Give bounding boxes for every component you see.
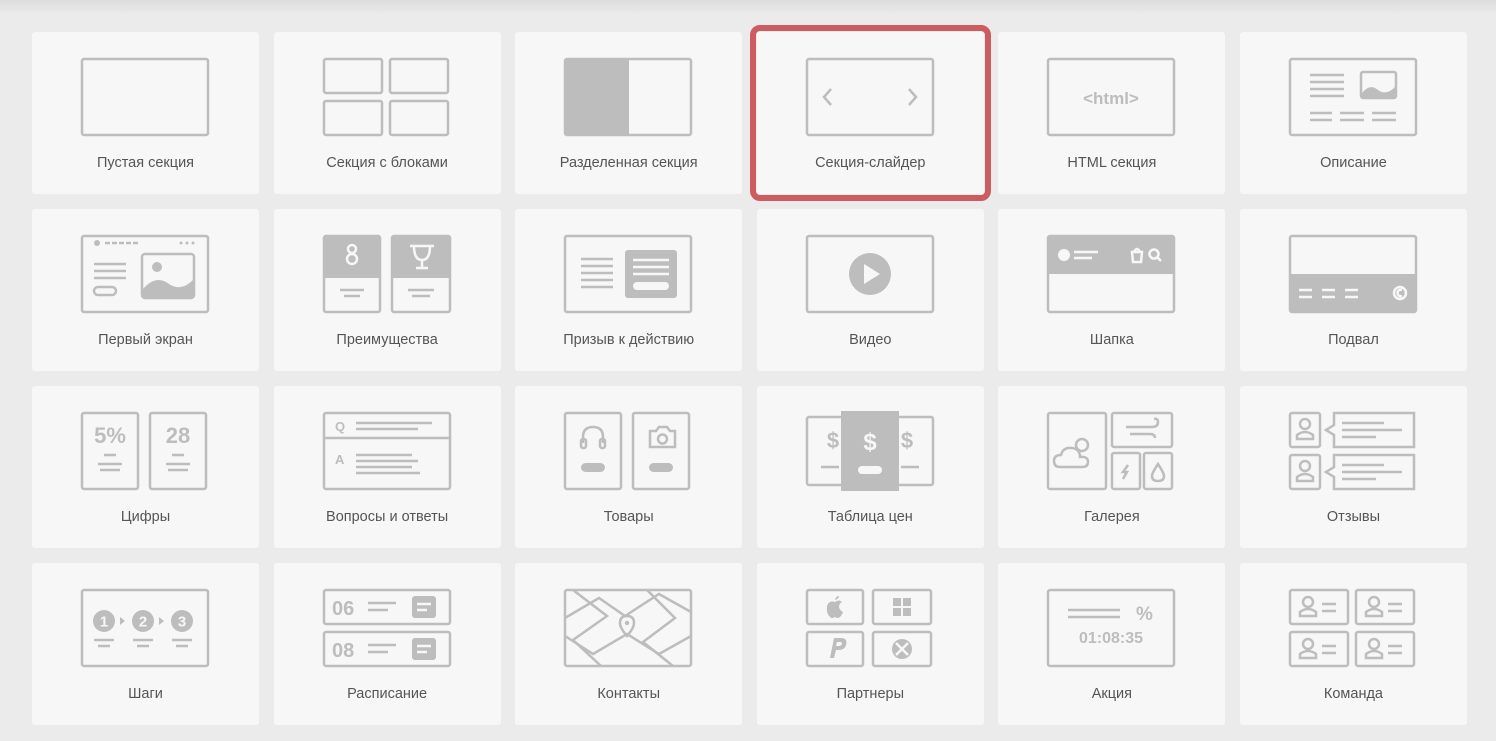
section-label: Шаги (128, 686, 163, 702)
section-card-team[interactable]: Команда (1239, 563, 1467, 725)
section-label: Акция (1091, 686, 1133, 702)
section-card-faq[interactable]: Q A Вопросы и ответы (273, 386, 501, 548)
section-type-grid: Пустая секция Секция с блоками Разделенн… (32, 25, 1467, 725)
section-card-numbers[interactable]: 5% 28 Цифры (32, 386, 259, 548)
header-icon (1047, 234, 1176, 314)
empty-section-icon (80, 57, 210, 137)
section-card-video[interactable]: Видео (756, 209, 984, 371)
html-tag-text: <html> (1084, 89, 1140, 108)
section-label: Таблица цен (827, 509, 913, 525)
schedule-time-08: 08 (332, 640, 354, 662)
section-card-header[interactable]: Шапка (998, 209, 1226, 371)
section-card-blocks[interactable]: Секция с блоками (273, 32, 501, 194)
reviews-icon (1288, 411, 1416, 491)
step-number-3: 3 (178, 614, 186, 631)
section-label: Галерея (1084, 509, 1140, 525)
section-card-products[interactable]: Товары (515, 386, 743, 548)
section-card-steps[interactable]: 1 2 3 Шаги (32, 563, 259, 725)
price-symbol-right: $ (901, 428, 913, 453)
first-screen-icon (80, 234, 210, 314)
products-icon (563, 411, 691, 491)
section-label: Первый экран (98, 332, 193, 348)
section-card-advantages[interactable]: Преимущества (273, 209, 501, 371)
video-icon (805, 234, 935, 314)
section-card-html[interactable]: <html> HTML секция (998, 32, 1226, 194)
number-5-percent: 5% (94, 423, 126, 448)
numbers-icon: 5% 28 (80, 411, 208, 491)
section-label: Описание (1320, 155, 1387, 171)
promo-countdown-timer: 01:08:35 (1079, 630, 1143, 647)
section-card-slider[interactable]: Секция-слайдер (749, 25, 991, 201)
section-label: Секция с блоками (326, 155, 448, 171)
split-section-icon (563, 57, 693, 137)
html-section-icon: <html> (1047, 57, 1176, 137)
promo-icon: % 01:08:35 (1047, 588, 1176, 668)
step-number-2: 2 (139, 614, 147, 631)
top-shadow (0, 0, 1496, 14)
call-to-action-icon (563, 234, 693, 314)
step-number-1: 1 (100, 614, 108, 631)
price-table-icon: $ $ $ (805, 411, 935, 491)
price-symbol-left: $ (827, 428, 839, 453)
number-28: 28 (166, 423, 190, 448)
section-card-promo[interactable]: % 01:08:35 Акция (998, 563, 1226, 725)
section-card-cta[interactable]: Призыв к действию (515, 209, 743, 371)
advantages-icon (322, 234, 451, 314)
section-label: Вопросы и ответы (326, 509, 449, 525)
contacts-map-icon (563, 588, 693, 668)
price-symbol-center: $ (863, 429, 877, 456)
section-label: Партнеры (836, 686, 904, 702)
schedule-icon: 06 08 (322, 588, 451, 668)
faq-icon: Q A (322, 411, 451, 491)
section-card-reviews[interactable]: Отзывы (1239, 386, 1467, 548)
section-label: Отзывы (1326, 509, 1381, 525)
section-label: Цифры (120, 509, 171, 525)
gallery-icon (1047, 411, 1174, 491)
section-label: HTML секция (1067, 155, 1157, 171)
section-card-gallery[interactable]: Галерея (998, 386, 1226, 548)
partners-icon (805, 588, 933, 668)
section-label: Расписание (347, 686, 428, 702)
section-label: Призыв к действию (563, 332, 695, 348)
section-card-partners[interactable]: Партнеры (756, 563, 984, 725)
section-card-description[interactable]: Описание (1239, 32, 1467, 194)
section-label: Секция-слайдер (815, 155, 926, 171)
promo-percent-sign: % (1136, 604, 1153, 625)
team-icon (1288, 588, 1416, 668)
section-card-schedule[interactable]: 06 08 Расписание (273, 563, 501, 725)
question-letter: Q (335, 419, 345, 434)
section-label: Преимущества (336, 332, 438, 348)
section-card-footer[interactable]: Подвал (1239, 209, 1467, 371)
section-label: Шапка (1089, 332, 1134, 348)
section-card-empty[interactable]: Пустая секция (32, 32, 259, 194)
section-label: Контакты (597, 686, 660, 702)
section-label: Подвал (1328, 332, 1379, 348)
description-icon (1288, 57, 1418, 137)
section-label: Видео (849, 332, 892, 348)
section-card-first-screen[interactable]: Первый экран (32, 209, 259, 371)
section-card-contacts[interactable]: Контакты (515, 563, 743, 725)
section-label: Команда (1323, 686, 1383, 702)
section-card-split[interactable]: Разделенная секция (515, 32, 743, 194)
steps-icon: 1 2 3 (80, 588, 210, 668)
section-label: Разделенная секция (559, 155, 698, 171)
blocks-section-icon (322, 57, 449, 137)
section-label: Товары (603, 509, 654, 525)
section-card-pricing[interactable]: $ $ $ Таблица цен (756, 386, 984, 548)
footer-icon (1288, 234, 1418, 314)
schedule-time-06: 06 (332, 598, 354, 620)
slider-section-icon (805, 57, 935, 137)
section-label: Пустая секция (96, 155, 195, 171)
answer-letter: A (335, 452, 345, 467)
